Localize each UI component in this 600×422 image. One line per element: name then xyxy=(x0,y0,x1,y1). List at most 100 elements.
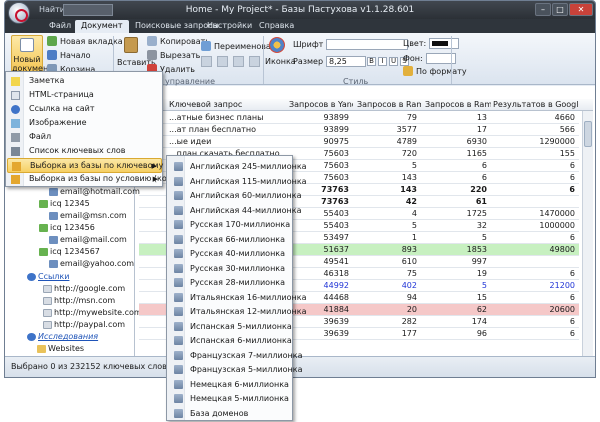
table-cell: ...ые идеи xyxy=(169,137,212,146)
icq-icon xyxy=(39,199,48,208)
submenu-item[interactable]: Немецкая 6-миллионка xyxy=(169,378,292,391)
paste-button[interactable]: Вставить xyxy=(117,37,156,67)
cut-button[interactable]: Вырезать xyxy=(147,50,200,60)
database-icon xyxy=(174,176,183,186)
table-cell: ...атные бизнес планы xyxy=(169,113,264,122)
tree-item[interactable]: email@hotmail.com xyxy=(49,187,140,196)
maximize-button[interactable]: □ xyxy=(552,3,568,16)
table-cell: 5 xyxy=(411,221,417,230)
table-cell: 61 xyxy=(475,197,487,206)
tree-item[interactable]: icq 12345 xyxy=(39,199,90,208)
menu-item-html-page[interactable]: HTML-страница xyxy=(7,88,162,103)
menu-item-image[interactable]: Изображение xyxy=(7,116,162,131)
menu-item-condition-sample[interactable]: Выборка из базы по условию (колонке) ▶ xyxy=(7,172,195,187)
table-cell: 143 xyxy=(400,185,417,194)
table-row[interactable]: ...ат план бесплатно 93899 3577 17 566 xyxy=(139,124,579,136)
menu-item-file[interactable]: Файл xyxy=(7,130,162,145)
column-yandex[interactable]: Запросов в Yandex xyxy=(289,100,353,109)
table-cell: 6 xyxy=(569,161,575,170)
arrow-up-icon[interactable] xyxy=(201,56,212,67)
submenu-item[interactable]: Английская 115-миллионка xyxy=(169,175,307,188)
submenu-item[interactable]: Русская 66-миллионка xyxy=(169,233,292,246)
submenu-item[interactable]: Итальянская 16-миллионка xyxy=(169,291,307,304)
size-field: Размер 8,25 xyxy=(293,56,367,67)
menu-item-site-link[interactable]: Ссылка на сайт xyxy=(7,102,162,117)
tab-help[interactable]: Справка xyxy=(253,20,300,33)
arrow-left-icon[interactable] xyxy=(233,56,244,67)
table-row[interactable]: ...атные бизнес планы 93899 79 13 4660 xyxy=(139,112,579,124)
italic-button[interactable]: I xyxy=(378,57,387,66)
submenu-item[interactable]: Испанская 6-миллионка xyxy=(169,334,292,347)
menu-item-note[interactable]: Заметка xyxy=(7,74,162,89)
submenu-item[interactable]: Английская 245-миллионка xyxy=(169,160,307,173)
tree-item[interactable]: email@mail.com xyxy=(49,235,127,244)
tab-file[interactable]: Файл xyxy=(43,20,77,33)
submenu-item[interactable]: Немецкая 5-миллионка xyxy=(169,392,292,405)
tree-item[interactable]: email@yahoo.com xyxy=(49,259,134,268)
submenu-item[interactable]: Французская 7-миллионка xyxy=(169,349,303,362)
submenu-item[interactable]: Английская 44-миллионка xyxy=(169,204,302,217)
database-icon xyxy=(174,292,183,302)
tree-item[interactable]: http://mywebsite.com xyxy=(43,308,142,317)
scrollbar-thumb[interactable] xyxy=(584,121,592,147)
column-keyword[interactable]: Ключевой запрос xyxy=(169,100,287,109)
column-google[interactable]: Результатов в Google, ... xyxy=(493,100,579,109)
column-rambler-1[interactable]: Запросов в Rambler... xyxy=(357,100,421,109)
size-select[interactable]: 8,25 xyxy=(326,56,367,67)
tree-item[interactable]: http://msn.com xyxy=(43,296,115,305)
format-painter-button[interactable]: По формату xyxy=(403,66,467,76)
arrow-down-icon[interactable] xyxy=(217,56,228,67)
icon-button[interactable]: Иконка xyxy=(265,37,296,66)
submenu-item[interactable]: База доменов xyxy=(169,407,292,420)
submenu-item[interactable]: Русская 30-миллионка xyxy=(169,262,292,275)
table-cell: 6 xyxy=(569,185,575,194)
table-cell: 177 xyxy=(401,329,417,338)
tree-item[interactable]: http://paypal.com xyxy=(43,320,125,329)
minimize-button[interactable]: – xyxy=(535,3,551,16)
table-cell: 20600 xyxy=(549,305,575,314)
column-rambler-2[interactable]: Запросов в Rambler... xyxy=(425,100,491,109)
tab-settings[interactable]: Настройки xyxy=(201,20,258,33)
table-cell: 55403 xyxy=(323,221,349,230)
vertical-scrollbar[interactable] xyxy=(582,111,593,356)
table-cell: 1000000 xyxy=(539,221,575,230)
tab-document[interactable]: Документ xyxy=(75,20,129,33)
menu-item-keyword-list[interactable]: Список ключевых слов xyxy=(7,144,162,159)
submenu-item[interactable]: Русская 40-миллионка xyxy=(169,247,292,260)
table-cell: 720 xyxy=(401,149,417,158)
tree-item[interactable]: http://google.com xyxy=(43,284,125,293)
tree-item[interactable]: Websites xyxy=(37,344,84,353)
close-button[interactable]: ✕ xyxy=(569,3,593,16)
tree-item[interactable]: icq 1234567 xyxy=(39,247,100,256)
submenu-item-label: База доменов xyxy=(190,408,249,418)
submenu-item[interactable]: Английская 60-миллионка xyxy=(169,189,302,202)
database-icon xyxy=(11,175,20,184)
tree-folder-links[interactable]: Ссылки xyxy=(27,272,69,281)
new-tab-button[interactable]: Новая вкладка xyxy=(47,36,123,46)
table-cell: 6 xyxy=(569,173,575,182)
font-select[interactable] xyxy=(326,39,409,50)
submenu-item[interactable]: Итальянская 12-миллионка xyxy=(169,305,307,318)
database-icon xyxy=(174,365,183,374)
submenu-item-label: Английская 60-миллионка xyxy=(190,191,302,200)
submenu-item[interactable]: Французская 5-миллионка xyxy=(169,363,303,376)
table-cell: 20 xyxy=(406,305,417,314)
submenu-item-label: Немецкая 5-миллионка xyxy=(190,394,289,403)
app-menu-button[interactable] xyxy=(8,2,30,24)
submenu-item[interactable]: Русская 170-миллионка xyxy=(169,218,292,231)
table-row[interactable]: ...ые идеи 90975 4789 6930 1290000 xyxy=(139,136,579,148)
start-button[interactable]: Начало xyxy=(47,50,91,60)
menu-item-keyword-sample[interactable]: Выборка из базы по ключевому слову ▶ xyxy=(7,158,190,173)
tree-folder-research[interactable]: Исследования xyxy=(27,332,98,341)
arrow-right-icon[interactable] xyxy=(249,56,260,67)
underline-button[interactable]: U xyxy=(389,57,398,66)
tree-item[interactable]: icq 123456 xyxy=(39,223,95,232)
color-select[interactable] xyxy=(429,38,460,49)
submenu-item[interactable]: Испанская 5-миллионка xyxy=(169,320,292,333)
table-cell: ...ат план бесплатно xyxy=(169,125,257,134)
tree-item[interactable]: email@msn.com xyxy=(49,211,127,220)
submenu-item[interactable]: Русская 28-миллионка xyxy=(169,276,292,289)
table-cell: 4 xyxy=(411,209,417,218)
new-document-button[interactable]: Новый документ xyxy=(11,35,53,75)
bold-button[interactable]: B xyxy=(367,57,376,66)
